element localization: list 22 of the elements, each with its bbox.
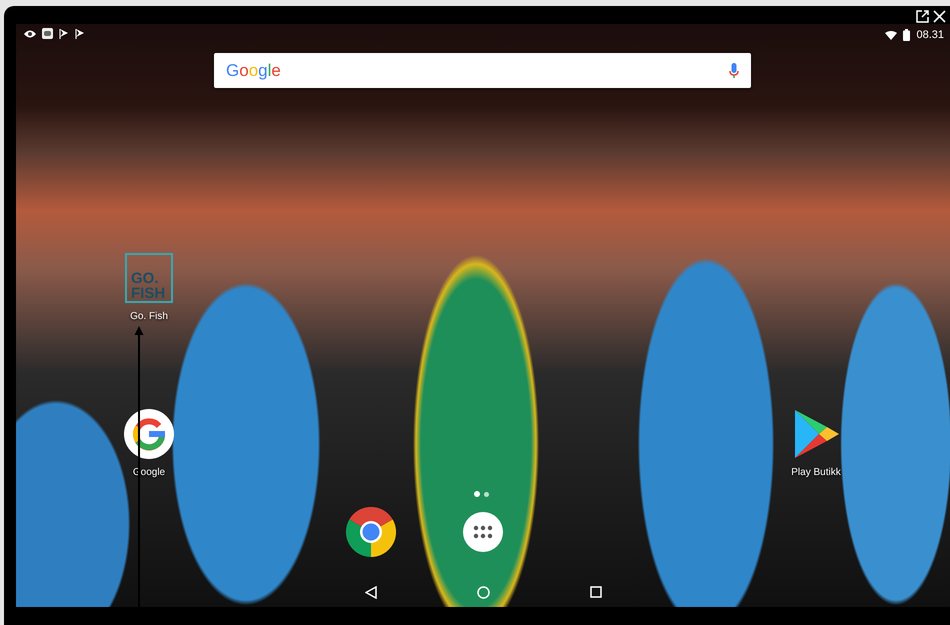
recent-apps-icon[interactable]	[590, 586, 602, 598]
play-triangle-icon[interactable]	[793, 409, 839, 459]
search-bar[interactable]: Google	[214, 53, 751, 88]
search-logo: Google	[226, 60, 281, 82]
flag-icon	[59, 28, 69, 38]
back-icon[interactable]	[364, 586, 376, 599]
home-icon[interactable]	[476, 586, 490, 599]
close-icon[interactable]	[933, 10, 946, 23]
flag-icon	[75, 28, 85, 38]
browser-app-icon[interactable]	[346, 507, 396, 557]
app-notification-icon	[42, 28, 53, 39]
battery-icon	[903, 29, 910, 42]
app-drawer-icon[interactable]	[463, 512, 503, 552]
eye-icon	[24, 30, 36, 38]
page-dot[interactable]	[484, 492, 489, 496]
g-logo-icon[interactable]	[124, 409, 174, 459]
pop-out-icon[interactable]	[916, 10, 929, 23]
app-label[interactable]: Play Butikk	[791, 465, 841, 480]
microphone-icon[interactable]	[729, 62, 739, 78]
status-time: 08.31	[916, 28, 944, 43]
app-label[interactable]: Go. Fish	[130, 309, 168, 324]
wifi-icon	[885, 30, 898, 40]
